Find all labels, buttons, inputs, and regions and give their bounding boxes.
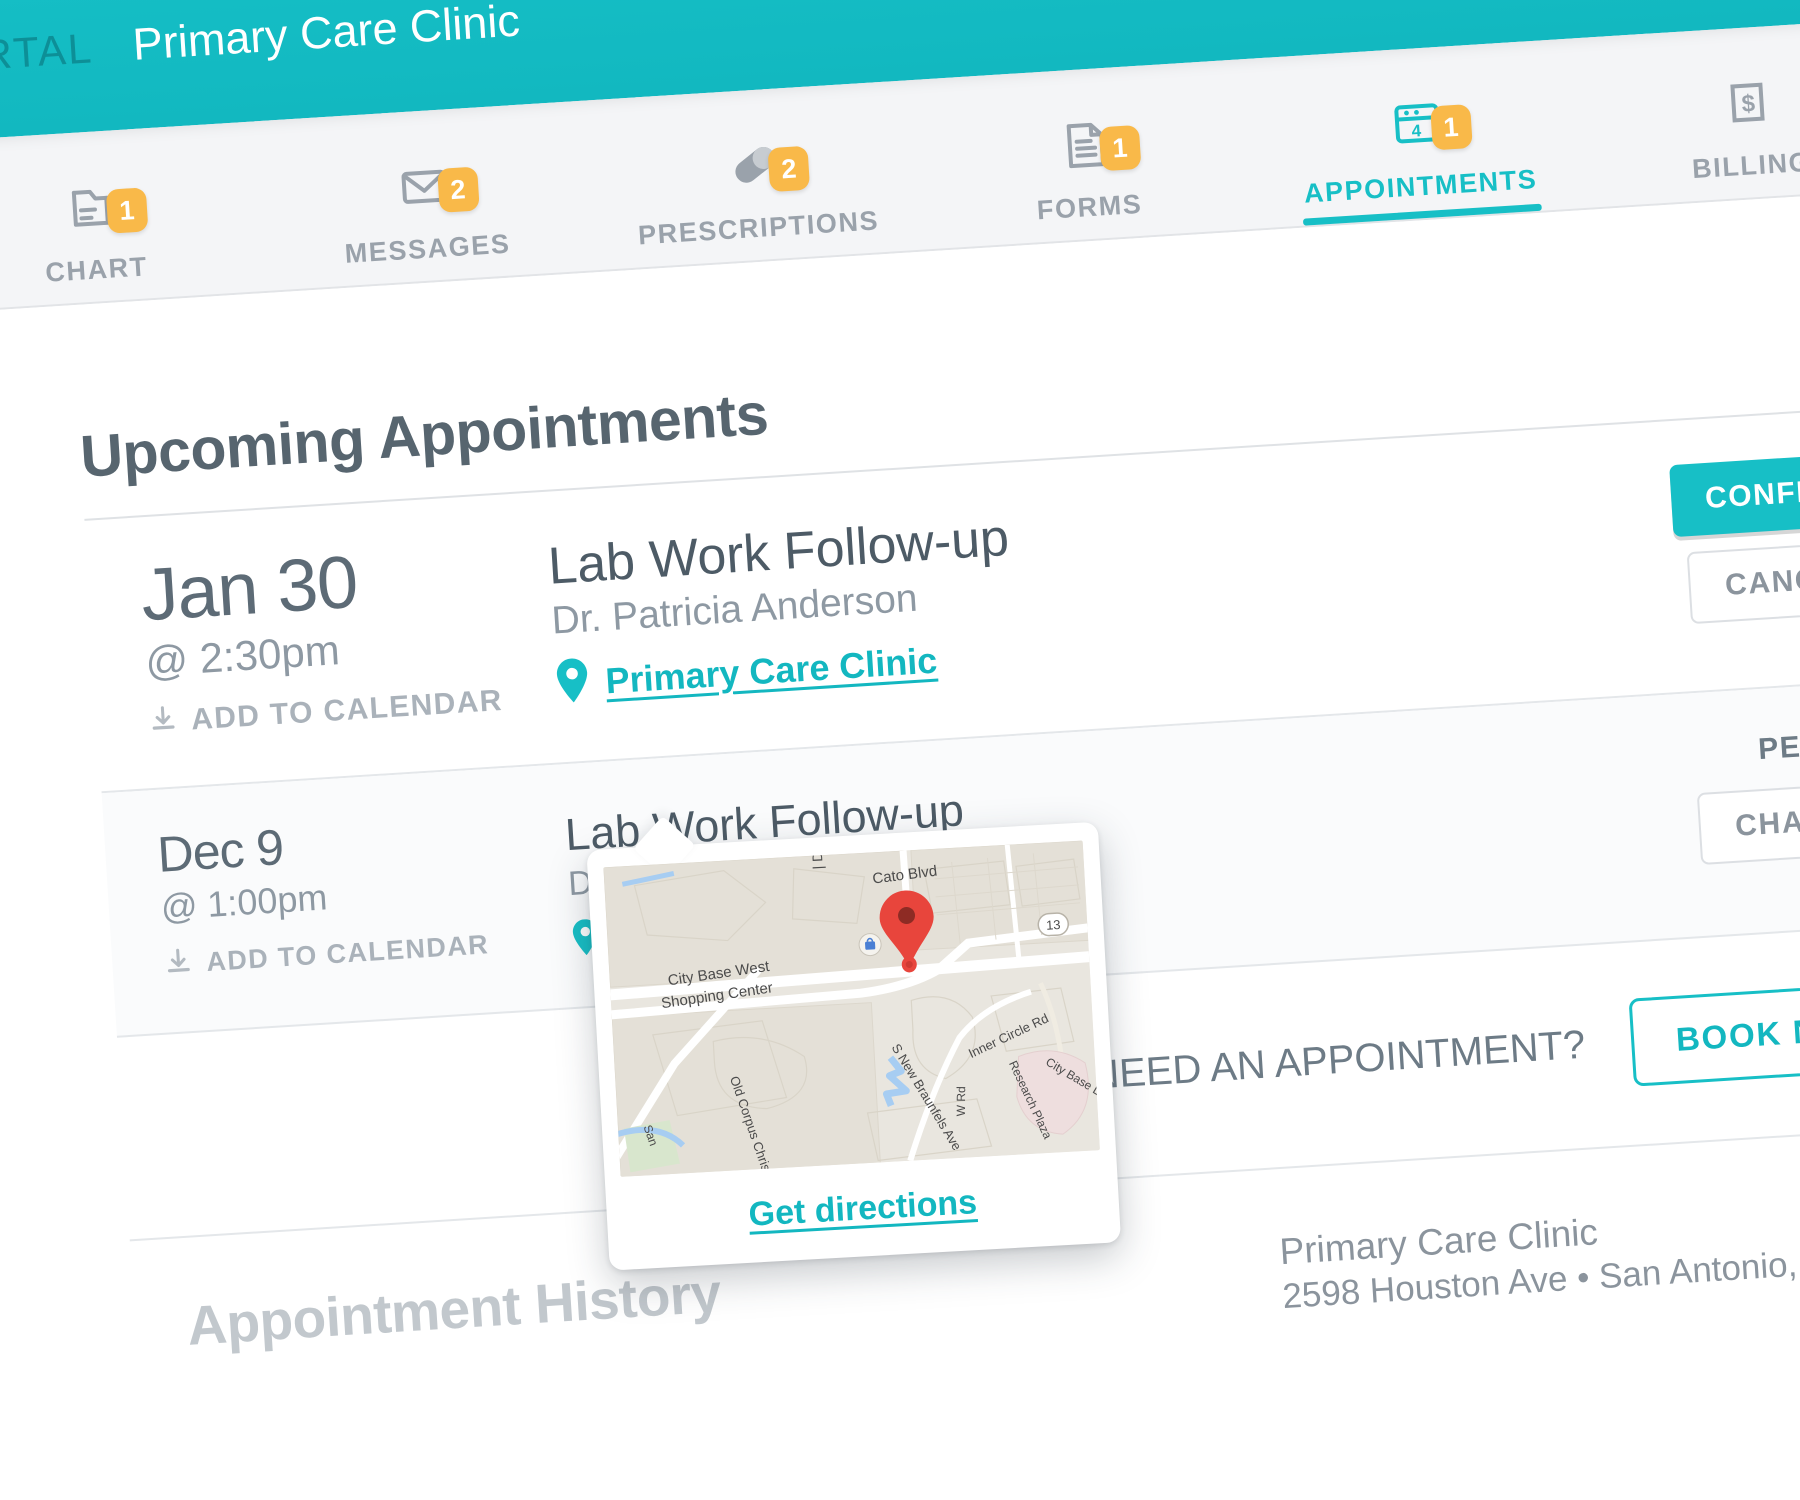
download-icon: [148, 703, 178, 743]
chart-folder-icon: 1: [58, 169, 149, 247]
svg-text:4: 4: [1411, 121, 1422, 141]
appointment-actions: CONFIRM CANCEL: [1548, 447, 1800, 632]
get-directions-link[interactable]: Get directions: [748, 1183, 978, 1234]
dollar-bill-icon: $: [1713, 65, 1782, 143]
pill-icon: 2: [720, 127, 811, 205]
nav-item-prescriptions[interactable]: 2 PRESCRIPTIONS: [584, 80, 926, 270]
svg-text:13: 13: [1046, 917, 1061, 933]
prescriptions-badge: 2: [767, 145, 811, 193]
envelope-icon: 2: [389, 148, 480, 226]
forms-badge: 1: [1098, 124, 1142, 172]
nav-label-billing: BILLING: [1691, 146, 1800, 185]
nav-item-chart[interactable]: 1 CHART: [0, 121, 264, 311]
map-graphic: 13: [603, 840, 1100, 1177]
map-pin-icon: [554, 658, 591, 709]
nav-item-forms[interactable]: 1 FORMS: [915, 59, 1257, 249]
highway-shield-13: 13: [1037, 912, 1070, 937]
book-prompt-text: NEED AN APPOINTMENT?: [1089, 1023, 1587, 1099]
clinic-address-block: Primary Care Clinic 2598 Houston Ave • S…: [1278, 1184, 1800, 1317]
add-to-calendar-label: ADD TO CALENDAR: [205, 929, 490, 978]
nav-label-prescriptions: PRESCRIPTIONS: [637, 205, 880, 251]
appointment-actions: PENDING CHANGE: [1565, 720, 1800, 873]
brand-portal-text: PORTAL: [0, 24, 95, 83]
nav-label-forms: FORMS: [1036, 188, 1144, 226]
appointment-info-column: Lab Work Follow-up Dr. Patricia Anderson…: [546, 469, 1559, 709]
add-to-calendar-button[interactable]: ADD TO CALENDAR: [163, 922, 573, 985]
appointment-date-column: Dec 9 @ 1:00pm ADD TO CALENDAR: [104, 805, 573, 988]
appointment-history-title: Appointment History: [185, 1261, 723, 1357]
brand: PORTAL Primary Care Clinic: [0, 0, 521, 84]
book-now-button[interactable]: BOOK NOW: [1628, 980, 1800, 1087]
messages-badge: 2: [436, 166, 480, 213]
appointments-badge: 1: [1429, 104, 1473, 151]
document-icon: 1: [1051, 106, 1142, 184]
nav-item-billing[interactable]: $ BILLING: [1577, 17, 1800, 207]
nav-label-messages: MESSAGES: [343, 228, 512, 269]
location-map-popover: 13 Cato Blvd | Dr City Base West Shoppin…: [586, 815, 1122, 1271]
appointment-location-link[interactable]: Primary Care Clinic: [604, 639, 938, 702]
nav-item-messages[interactable]: 2 MESSAGES: [253, 101, 595, 291]
add-to-calendar-button[interactable]: ADD TO CALENDAR: [148, 679, 558, 743]
location-map[interactable]: 13 Cato Blvd | Dr City Base West Shoppin…: [603, 840, 1100, 1177]
nav-label-chart: CHART: [44, 251, 149, 288]
nav-label-appointments: APPOINTMENTS: [1303, 163, 1539, 209]
patient-portal-app: PORTAL Primary Care Clinic PATIENT Sarah…: [0, 0, 1800, 1500]
shopping-poi-icon: [858, 933, 882, 957]
change-button[interactable]: CHANGE: [1697, 780, 1800, 866]
add-to-calendar-label: ADD TO CALENDAR: [190, 684, 504, 737]
nav-item-appointments[interactable]: 4 1 APPOINTMENTS: [1246, 38, 1588, 228]
cancel-button[interactable]: CANCEL: [1687, 539, 1800, 625]
brand-clinic-name: Primary Care Clinic: [131, 0, 522, 70]
screenshot-stage: PORTAL Primary Care Clinic PATIENT Sarah…: [0, 0, 1800, 1500]
appointment-date-column: Jan 30 @ 2:30pm ADD TO CALENDAR: [87, 532, 558, 746]
calendar-icon: 4 1: [1382, 85, 1473, 163]
chart-badge: 1: [105, 187, 149, 234]
status-badge: PENDING: [1757, 724, 1800, 767]
confirm-button[interactable]: CONFIRM: [1668, 451, 1800, 538]
svg-text:$: $: [1741, 90, 1757, 118]
download-icon: [163, 945, 193, 984]
